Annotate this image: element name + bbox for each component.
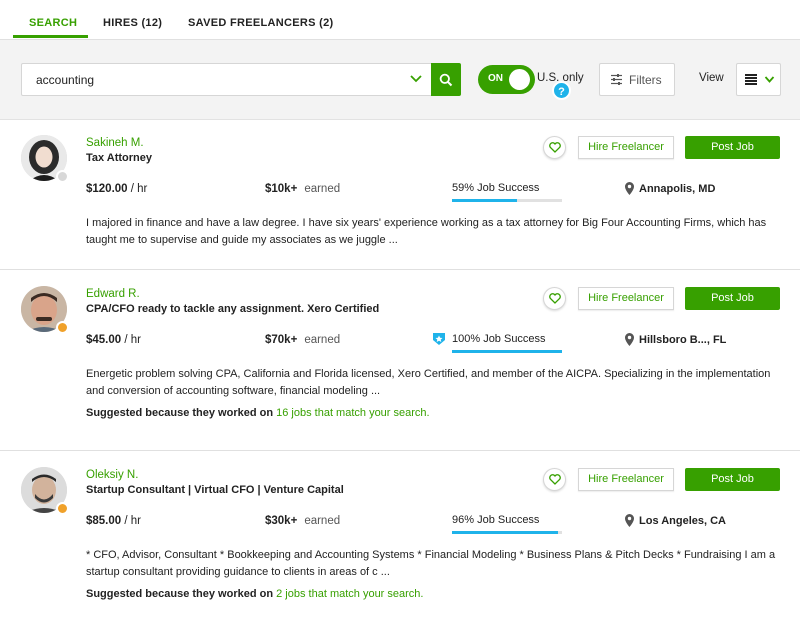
freelancer-card: Oleksiy N. Startup Consultant | Virtual …: [0, 452, 800, 629]
save-freelancer-button[interactable]: [543, 468, 566, 491]
search-input[interactable]: [22, 64, 412, 95]
heart-icon: [548, 293, 561, 304]
post-job-button[interactable]: Post Job: [685, 136, 780, 159]
search-icon: [439, 73, 453, 86]
list-view-icon: [745, 74, 757, 85]
save-freelancer-button[interactable]: [543, 287, 566, 310]
location-pin-icon: [625, 182, 634, 195]
hourly-rate: $120.00 / hr: [86, 183, 148, 195]
job-success-fill: [452, 350, 562, 353]
hourly-rate: $45.00 / hr: [86, 334, 141, 346]
chevron-down-icon[interactable]: [409, 72, 423, 86]
freelancer-card: Edward R. CPA/CFO ready to tackle any as…: [0, 271, 800, 451]
freelancer-title: CPA/CFO ready to tackle any assignment. …: [86, 303, 380, 315]
suggestion-reason: Suggested because they worked on 16 jobs…: [86, 407, 430, 419]
freelancer-title: Startup Consultant | Virtual CFO | Ventu…: [86, 484, 344, 496]
matching-jobs-link[interactable]: 16 jobs that match your search.: [276, 407, 429, 419]
search-toolbar: ON U.S. only ? Filters View: [0, 40, 800, 120]
freelancer-name[interactable]: Edward R.: [86, 288, 140, 300]
post-job-button[interactable]: Post Job: [685, 287, 780, 310]
save-freelancer-button[interactable]: [543, 136, 566, 159]
hire-freelancer-button[interactable]: Hire Freelancer: [578, 136, 674, 159]
job-success-label: 96% Job Success: [452, 514, 540, 526]
location: Annapolis, MD: [639, 183, 716, 195]
location: Hillsboro B..., FL: [639, 334, 727, 346]
location-pin-icon: [625, 514, 634, 527]
heart-icon: [548, 142, 561, 153]
freelancer-card: Sakineh M. Tax Attorney Hire Freelancer …: [0, 120, 800, 270]
freelancer-title: Tax Attorney: [86, 152, 153, 164]
suggestion-reason: Suggested because they worked on 2 jobs …: [86, 588, 424, 600]
toggle-state-label: ON: [488, 73, 503, 84]
location: Los Angeles, CA: [639, 515, 726, 527]
job-success-bar: [452, 350, 562, 353]
job-success-fill: [452, 199, 517, 202]
us-only-toggle[interactable]: ON: [478, 65, 535, 94]
hire-freelancer-button[interactable]: Hire Freelancer: [578, 468, 674, 491]
post-job-button[interactable]: Post Job: [685, 468, 780, 491]
sliders-icon: [611, 74, 622, 85]
heart-icon: [548, 474, 561, 485]
freelancer-name[interactable]: Sakineh M.: [86, 137, 144, 149]
chevron-down-icon: [764, 76, 775, 83]
help-icon[interactable]: ?: [552, 81, 571, 100]
tab-hires[interactable]: HIRES (12): [103, 17, 162, 29]
search-button[interactable]: [431, 63, 461, 96]
search-box: [21, 63, 432, 96]
status-offline-dot: [56, 170, 69, 183]
total-earned: $10k+ earned: [265, 183, 341, 195]
toggle-knob: [509, 69, 530, 90]
freelancer-description: * CFO, Advisor, Consultant * Bookkeeping…: [86, 549, 776, 578]
total-earned: $30k+ earned: [265, 515, 341, 527]
tab-saved-freelancers[interactable]: SAVED FREELANCERS (2): [188, 17, 333, 29]
tab-bar: SEARCH HIRES (12) SAVED FREELANCERS (2): [0, 0, 800, 40]
status-away-dot: [56, 321, 69, 334]
filters-label: Filters: [629, 73, 662, 87]
hourly-rate: $85.00 / hr: [86, 515, 141, 527]
matching-jobs-link[interactable]: 2 jobs that match your search.: [276, 588, 423, 600]
freelancer-description: I majored in finance and have a law degr…: [86, 217, 767, 246]
status-away-dot: [56, 502, 69, 515]
view-toggle-button[interactable]: [736, 63, 781, 96]
hire-freelancer-button[interactable]: Hire Freelancer: [578, 287, 674, 310]
location-pin-icon: [625, 333, 634, 346]
top-rated-badge-icon: [433, 333, 445, 345]
job-success-bar: [452, 531, 562, 534]
total-earned: $70k+ earned: [265, 334, 341, 346]
job-success-label: 100% Job Success: [452, 333, 546, 345]
freelancer-name[interactable]: Oleksiy N.: [86, 469, 138, 481]
freelancer-description: Energetic problem solving CPA, Californi…: [86, 368, 771, 397]
active-tab-indicator: [13, 35, 88, 38]
view-label: View: [699, 72, 724, 84]
job-success-fill: [452, 531, 558, 534]
filters-button[interactable]: Filters: [599, 63, 675, 96]
tab-search[interactable]: SEARCH: [29, 17, 77, 29]
job-success-label: 59% Job Success: [452, 182, 540, 194]
job-success-bar: [452, 199, 562, 202]
